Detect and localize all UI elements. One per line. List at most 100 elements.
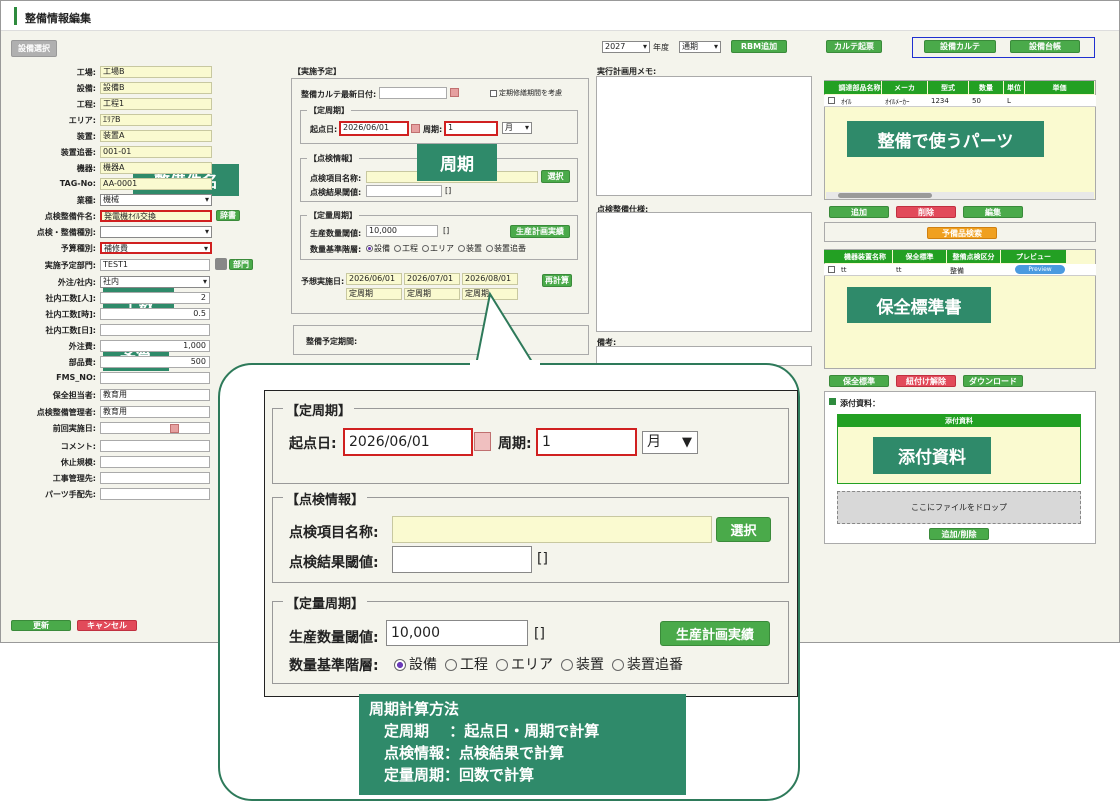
level-option[interactable]: エリア — [422, 244, 454, 253]
field-input-0[interactable]: 工場B — [100, 66, 212, 78]
recalc-button[interactable]: 再計算 — [542, 274, 572, 287]
zoom-level-option[interactable]: 装置 — [561, 657, 604, 673]
karte-create-button[interactable]: カルテ起票 — [826, 40, 882, 53]
preview-button[interactable]: Preview — [1015, 265, 1065, 274]
year-select[interactable]: 2027 — [602, 41, 650, 53]
dept-button[interactable]: 部門 — [229, 259, 253, 270]
zoom-prod-plan-button[interactable]: 生産計画実績 — [660, 621, 770, 646]
radio-icon — [394, 659, 406, 671]
production-threshold-input[interactable]: 10,000 — [366, 225, 438, 237]
level-option[interactable]: 工程 — [394, 244, 418, 253]
zoom-unit-select[interactable]: 月 ▼ — [642, 431, 698, 454]
calendar-icon[interactable] — [170, 424, 179, 433]
file-drop-zone[interactable]: ここにファイルをドロップ — [837, 491, 1081, 524]
forecast-type: 定周期 — [346, 288, 402, 300]
field-label: 設備: — [76, 84, 96, 93]
zoom-level-option[interactable]: 設備 — [394, 657, 437, 673]
field-input-7[interactable]: AA-0001 — [100, 178, 212, 190]
field-input-13[interactable]: 社内 — [100, 276, 210, 288]
parts-edit-button[interactable]: 編集 — [963, 206, 1023, 218]
field-input-15[interactable]: 0.5 — [100, 308, 210, 320]
field-input-9[interactable]: 発電機ｵｲﾙ交換 — [100, 210, 212, 222]
field-input-10[interactable] — [100, 226, 212, 238]
field-label: 工場: — [76, 68, 96, 77]
download-button[interactable]: ダウンロード — [963, 375, 1023, 387]
zoom-item-input[interactable] — [392, 516, 712, 543]
field-input-14[interactable]: 2 — [100, 292, 210, 304]
field-input-16[interactable] — [100, 324, 210, 336]
production-plan-button[interactable]: 生産計画実績 — [510, 225, 570, 238]
zoom-level-option[interactable]: エリア — [496, 657, 553, 673]
dept-search-icon[interactable] — [215, 258, 227, 270]
field-input-2[interactable]: 工程1 — [100, 98, 212, 110]
field-label: 前回実施日: — [52, 424, 96, 433]
parts-scrollbar[interactable] — [826, 192, 1094, 199]
fixed-period-caption: 【定周期】 — [307, 105, 351, 116]
field-input-1[interactable]: 設備B — [100, 82, 212, 94]
level-option[interactable]: 装置 — [458, 244, 482, 253]
zoom-level-option[interactable]: 工程 — [445, 657, 488, 673]
period-input[interactable]: 1 — [444, 121, 498, 136]
plan-memo-textarea[interactable] — [596, 76, 812, 196]
zoom-period-input[interactable]: 1 — [536, 428, 637, 456]
zoom-level-option[interactable]: 装置追番 — [612, 657, 683, 673]
note-line: 点検情報：点検結果で計算 — [369, 744, 565, 762]
term-select[interactable]: 通期 — [679, 41, 721, 53]
standards-header-cell — [824, 250, 838, 263]
zoom-level-radio-group[interactable]: 設備 工程 エリア 装置 装置追番 — [394, 654, 691, 674]
row-checkbox[interactable] — [828, 97, 835, 104]
field-input-17[interactable]: 1,000 — [100, 340, 210, 352]
field-input-3[interactable]: ｴﾘｱB — [100, 114, 212, 126]
field-input-26[interactable] — [100, 488, 210, 500]
equipment-select-button[interactable]: 設備選択 — [11, 40, 57, 57]
consider-checkbox[interactable]: 定期修繕期間を考慮 — [490, 88, 562, 98]
zoom-result-input[interactable] — [392, 546, 532, 573]
field-input-4[interactable]: 装置A — [100, 130, 212, 142]
level-option[interactable]: 装置追番 — [486, 244, 526, 253]
attach-edit-button[interactable]: 追加/削除 — [929, 528, 989, 540]
spec-textarea[interactable] — [596, 212, 812, 332]
parts-add-button[interactable]: 追加 — [829, 206, 889, 218]
field-input-11[interactable]: 補修費 — [100, 242, 212, 254]
field-input-23[interactable] — [100, 440, 210, 452]
calendar-icon[interactable] — [411, 124, 420, 133]
parts-delete-button[interactable]: 削除 — [896, 206, 956, 218]
standard-button[interactable]: 保全標準 — [829, 375, 889, 387]
rbm-add-button[interactable]: RBM追加 — [731, 40, 787, 53]
update-button[interactable]: 更新 — [11, 620, 71, 631]
field-input-25[interactable] — [100, 472, 210, 484]
quantity-caption: 【定量周期】 — [307, 210, 359, 221]
cancel-button[interactable]: キャンセル — [77, 620, 137, 631]
level-option[interactable]: 設備 — [366, 244, 390, 253]
period-unit-select[interactable]: 月 — [502, 122, 532, 134]
start-date-input[interactable]: 2026/06/01 — [339, 121, 409, 136]
field-label: 実施予定部門: — [44, 261, 96, 270]
field-input-22[interactable] — [100, 422, 210, 434]
field-input-5[interactable]: 001-01 — [100, 146, 212, 158]
calendar-icon[interactable] — [450, 88, 459, 97]
inspection-select-button[interactable]: 選択 — [541, 170, 570, 183]
row-checkbox[interactable] — [828, 266, 835, 273]
equipment-karte-button[interactable]: 設備カルテ — [924, 40, 996, 53]
field-input-18[interactable]: 500 — [100, 356, 210, 368]
zoom-select-button[interactable]: 選択 — [716, 517, 771, 542]
field-input-20[interactable]: 教育用 — [100, 389, 210, 401]
result-threshold-input[interactable] — [366, 185, 442, 197]
karte-date-input[interactable] — [379, 87, 447, 99]
spare-search-button[interactable]: 予備品検索 — [927, 227, 997, 239]
level-radio-group[interactable]: 設備 工程 エリア 装置 装置追番 — [366, 243, 530, 254]
zoom-prod-input[interactable]: 10,000 — [386, 620, 528, 646]
zoom-start-input[interactable]: 2026/06/01 — [343, 428, 473, 456]
zoom-calendar-icon[interactable] — [474, 432, 491, 451]
field-input-12[interactable]: TEST1 — [100, 259, 210, 271]
field-input-19[interactable] — [100, 372, 210, 384]
field-input-24[interactable] — [100, 456, 210, 468]
unlink-button[interactable]: 紐付け解除 — [896, 375, 956, 387]
dictionary-button[interactable]: 辞書 — [216, 210, 240, 221]
table-row[interactable] — [824, 95, 1096, 107]
expand-icon[interactable] — [829, 398, 836, 405]
field-input-6[interactable]: 機器A — [100, 162, 212, 174]
field-input-21[interactable]: 教育用 — [100, 406, 210, 418]
field-input-8[interactable]: 機械 — [100, 194, 212, 206]
equipment-ledger-button[interactable]: 設備台帳 — [1010, 40, 1080, 53]
